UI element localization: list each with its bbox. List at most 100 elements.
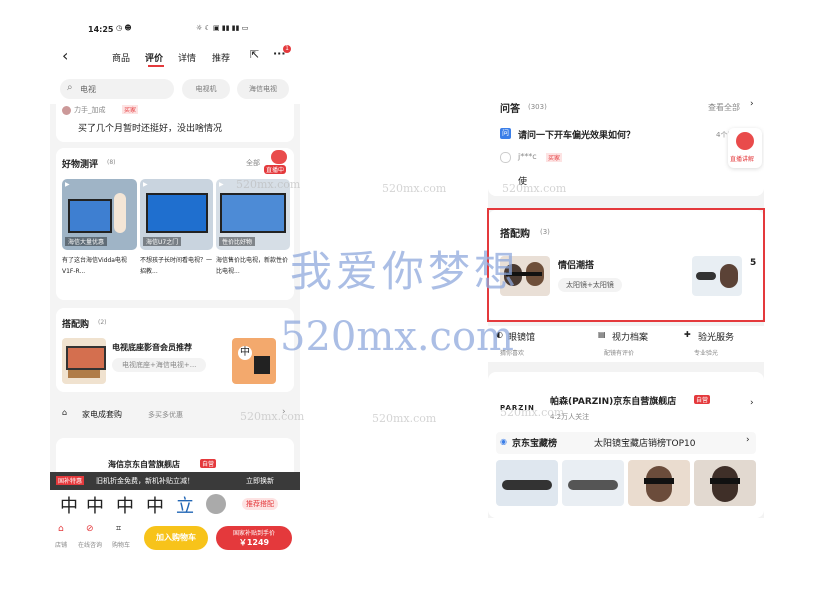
tab-product[interactable]: 商品 [112,51,130,64]
product-thumb-3[interactable] [628,460,690,506]
back-arrow-icon[interactable]: ‹ [62,46,68,65]
plus-icon: ✚ [684,330,691,339]
good-reviews-card: 好物测评 (8) 全部 直播中 ▶ 海信大量优惠 ▶ 海信U7之门 ▶ 性价比好… [56,148,294,300]
promo-tag: 国补特惠 [56,476,85,485]
tab-recommend[interactable]: 推荐 [212,51,230,64]
review-video-2[interactable]: ▶ 海信U7之门 [140,179,213,250]
product-thumb-1[interactable] [496,460,558,506]
qa-more[interactable]: 查看全部 [708,102,740,113]
review-user: 力手_加成 [74,106,106,114]
bundle-image[interactable] [62,338,106,384]
share-icon[interactable]: ⇱ [250,48,259,61]
video-text-1: 有了这台海信Vidda电视V1F-R... [62,257,127,275]
good-reviews-title: 好物测评 [62,160,99,170]
video-text-2: 不想孩子长时间看电视？一招教... [140,257,213,275]
reco-thumb-5[interactable]: 立 [176,492,194,518]
search-row: ⌕ 电视 电视机 海信电视 [50,76,300,104]
highlight-box [487,208,765,322]
home-appliance-sub: 多买多优惠 [148,411,183,419]
watermark-small-3: 520mx.com [502,182,567,195]
bundle-sub: 电视底座+海信电视+... [112,358,207,372]
product-thumb-4[interactable] [694,460,756,506]
question-icon: 问 [500,128,511,139]
person-image [712,466,738,502]
tab-reviews[interactable]: 评价 [145,51,163,64]
good-reviews-more[interactable]: 全部 [246,158,260,168]
reco-thumb-2[interactable]: 中 [86,492,104,518]
video-text-3: 海信售价比电视，新款性价比电视... [216,257,289,275]
buy-price: ￥1249 [238,538,270,547]
service-label-2: 视力档案 [612,333,649,343]
bundle-product-image[interactable]: 中 [232,338,276,384]
left-phone-screen: 14:25 ◷ ☻ ☼ ☾ ▣ ▮▮ ▮▮ ▭ ‹ 商品 评价 详情 推荐 ⇱ … [50,18,300,558]
service-vision[interactable]: ▤ 视力档案 配镜有评价 [598,328,678,360]
service-icon[interactable]: ⊘ [86,524,94,534]
buyer-tag: 买家 [122,105,139,114]
chevron-right-icon: › [750,99,754,109]
tv-image [66,346,106,370]
watermark-small-1: 520mx.com [236,178,301,191]
review-video-1[interactable]: ▶ 海信大量优惠 [62,179,137,250]
reco-thumb-3[interactable]: 中 [116,492,134,518]
chevron-right-icon: › [750,398,754,408]
ranking-row[interactable]: ◉ 京东宝藏榜 太阳镜宝藏店销榜TOP10 › [496,432,756,454]
reco-label[interactable]: 推荐搭配 [242,498,278,510]
reco-thumb-4[interactable]: 中 [146,492,164,518]
live-avatar [271,150,287,164]
promo-action[interactable]: 立即换新 [246,476,274,486]
video-caption-2: 海信U7之门 [143,237,182,246]
live-label: 直播中 [264,165,287,174]
product-box [254,356,270,374]
stand-image [68,370,100,378]
search-input[interactable]: ⌕ 电视 [60,79,174,99]
person-image [646,466,672,502]
live-widget[interactable]: 直播中 [264,150,290,174]
product-thumb-2[interactable] [562,460,624,506]
play-icon: ▶ [219,181,224,188]
live-explain-label: 直播讲解 [730,156,755,163]
more-badge: 1 [283,45,291,53]
store-name: 海信京东自营旗舰店 [108,460,180,469]
status-icons-left: ◷ ☻ [116,24,132,32]
search-chip-hisense[interactable]: 海信电视 [237,79,289,99]
service-optometry[interactable]: ✚ 验光服务 专业验光 [684,328,764,360]
reco-thumb-1[interactable]: 中 [60,492,78,518]
bundle-name[interactable]: 电视底座影音会员推荐 [112,342,192,353]
review-text: 买了几个月暂时还挺好，没出啥情况 [78,124,223,134]
promo-strip[interactable]: 国补特惠 旧机折金免费，新机补贴立减！ 立即换新 [50,472,300,490]
qa-question[interactable]: 请问一下开车偏光效果如何？ [518,128,635,141]
glasses-image [644,478,674,484]
presenter-image [114,193,126,233]
reco-thumb-6[interactable] [206,494,226,514]
file-icon: ▤ [598,330,606,339]
live-explain-widget[interactable]: 直播讲解 [728,128,762,168]
store-icon[interactable]: ⌂ [58,524,64,534]
bottom-cart-label: 购物车 [112,542,131,549]
ranking-title: 太阳镜宝藏店销榜TOP10 [594,439,696,449]
glasses-image [502,480,552,490]
add-to-cart-button[interactable]: 加入购物车 [144,526,208,550]
video-caption-1: 海信大量优惠 [65,237,108,246]
avatar [500,152,511,163]
buy-now-button[interactable]: 国家补贴到手价 ￥1249 [216,526,292,550]
tab-details[interactable]: 详情 [178,51,196,64]
search-icon: ⌕ [67,82,73,93]
video-caption-3: 性价比好物 [219,237,256,246]
glasses-image [710,478,740,484]
bundle-count: (2) [98,319,107,326]
store-card: PARZIN 帕森(PARZIN)京东自营旗舰店 自营 4.2万人关注 › ◉ … [488,372,764,518]
store-tag: 自营 [200,459,217,468]
watermark-small-5: 520mx.com [372,412,437,425]
bottom-service-label: 在线咨询 [78,542,103,549]
store-name[interactable]: 帕森(PARZIN)京东自营旗舰店 [550,394,676,407]
home-icon: ⌂ [62,408,68,417]
cart-icon[interactable]: ⌗ [116,524,121,534]
service-sub-3: 专业验光 [694,350,719,357]
search-chip-tv[interactable]: 电视机 [182,79,230,99]
watermark-small-6: 520mx.com [500,406,565,419]
service-sub-2: 配镜有评价 [604,350,635,357]
service-label-3: 验光服务 [698,333,735,343]
recommend-strip: 中 中 中 中 立 推荐搭配 [50,490,300,520]
bottom-bar: ⌂ 店铺 ⊘ 在线咨询 ⌗ 购物车 加入购物车 国家补贴到手价 ￥1249 [50,520,300,558]
play-icon: ▶ [143,181,148,188]
